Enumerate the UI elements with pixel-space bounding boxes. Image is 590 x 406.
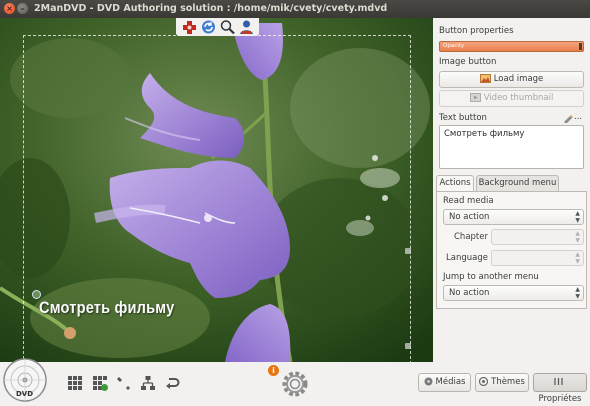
bottom-toolbar: DVD i Médias Thèmes Propriétes — [0, 358, 590, 406]
video-thumbnail-button[interactable]: Video thumbnail — [439, 90, 584, 107]
add-red-icon[interactable] — [181, 19, 198, 35]
select-arrows-icon: ▲ ▼ — [575, 251, 580, 265]
opacity-slider-handle[interactable] — [579, 43, 582, 50]
actions-tab-panel: Read media No action ▲ ▼ Chapter ▲ ▼ Langu… — [436, 191, 587, 309]
font-edit-icon[interactable] — [563, 113, 573, 123]
menu-preview-canvas[interactable]: Смотреть фильму — [0, 18, 433, 362]
properties-panel: Button properties Opacity Image button L… — [433, 18, 590, 362]
medias-label: Médias — [435, 377, 466, 387]
menu-text-button[interactable]: Смотреть фильму — [30, 286, 180, 332]
preview-toolbar — [176, 18, 259, 36]
jump-menu-value: No action — [449, 288, 490, 298]
image-button-heading: Image button — [439, 57, 497, 67]
themes-label: Thèmes — [491, 377, 525, 387]
select-arrows-icon: ▲ ▼ — [575, 230, 580, 244]
jump-menu-label: Jump to another menu — [443, 272, 539, 282]
read-media-label: Read media — [443, 196, 494, 206]
resize-handle[interactable] — [405, 248, 411, 254]
load-image-button[interactable]: Load image — [439, 71, 584, 88]
chapter-select[interactable]: ▲ ▼ — [491, 229, 584, 245]
disc-user-icon[interactable] — [238, 19, 255, 35]
tab-background-menu[interactable]: Background menu — [476, 175, 559, 191]
jump-menu-select[interactable]: No action ▲ ▼ — [443, 285, 584, 301]
properties-icon — [554, 378, 563, 385]
read-media-value: No action — [449, 212, 490, 222]
read-media-select[interactable]: No action ▲ ▼ — [443, 209, 584, 225]
load-image-label: Load image — [493, 74, 544, 84]
select-arrows-icon: ▲ ▼ — [575, 286, 580, 300]
window-title: 2ManDVD - DVD Authoring solution : /home… — [34, 3, 388, 14]
tab-actions[interactable]: Actions — [436, 175, 474, 192]
edit-text-button[interactable]: ... — [574, 112, 582, 122]
dvd-logo-icon: DVD — [3, 358, 47, 402]
properties-label: Propriétes — [538, 394, 582, 404]
opacity-slider[interactable]: Opacity — [439, 41, 584, 52]
info-badge-icon[interactable]: i — [268, 365, 279, 376]
resize-handle[interactable] — [405, 343, 411, 349]
image-icon — [479, 74, 491, 83]
button-properties-heading: Button properties — [439, 26, 514, 36]
language-select[interactable]: ▲ ▼ — [491, 250, 584, 266]
language-label: Language — [446, 253, 488, 263]
refresh-icon[interactable] — [200, 19, 217, 35]
themes-icon — [479, 377, 489, 386]
settings-gear-icon[interactable] — [280, 369, 310, 399]
opacity-label: Opacity — [443, 43, 465, 49]
select-arrows-icon: ▲ ▼ — [575, 210, 580, 224]
properties-button[interactable]: Propriétes — [533, 373, 587, 404]
hierarchy-icon[interactable] — [140, 375, 156, 391]
button-text-field[interactable]: Смотреть фильму — [439, 125, 584, 169]
close-window-button[interactable]: × — [4, 3, 15, 14]
text-button-heading: Text button — [439, 113, 487, 123]
title-bar: × – 2ManDVD - DVD Authoring solution : /… — [0, 0, 590, 18]
medias-button[interactable]: Médias — [418, 373, 471, 392]
themes-button[interactable]: Thèmes — [475, 373, 529, 392]
video-icon — [469, 93, 481, 102]
chapter-label: Chapter — [454, 232, 488, 242]
menu-button-label: Смотреть фильму — [39, 298, 175, 317]
grid-add-icon[interactable] — [92, 375, 108, 391]
zoom-icon[interactable] — [219, 19, 236, 35]
dvd-logo-text: DVD — [16, 390, 33, 398]
return-icon[interactable] — [164, 375, 180, 391]
minimize-window-button[interactable]: – — [17, 3, 28, 14]
video-thumbnail-label: Video thumbnail — [483, 93, 554, 103]
media-disc-icon — [424, 377, 433, 386]
wrench-icon[interactable] — [116, 375, 132, 391]
grid-icon[interactable] — [67, 375, 83, 391]
